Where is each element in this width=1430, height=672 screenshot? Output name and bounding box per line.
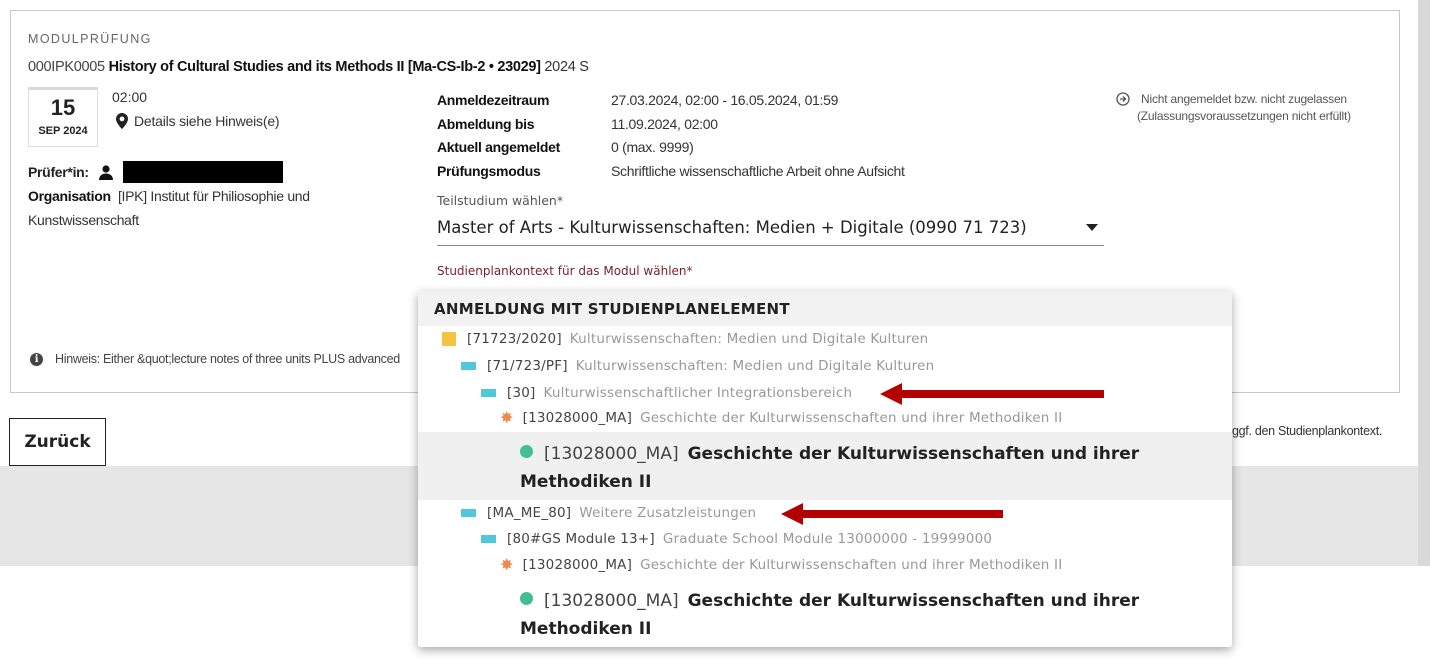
node-icon	[481, 389, 496, 397]
tree-item-80-gs: [80#GS Module 13+] Graduate School Modul…	[481, 531, 992, 547]
info-value: 11.09.2024, 02:00	[611, 115, 718, 132]
map-pin-icon	[116, 113, 128, 129]
red-arrow-annotation-icon	[781, 503, 1003, 525]
info-row: Aktuell angemeldet 0 (max. 9999)	[437, 136, 905, 160]
info-icon: i	[30, 352, 43, 366]
info-row: Anmeldezeitraum 27.03.2024, 02:00 - 16.05…	[437, 89, 905, 113]
module-code: 000IPK0005	[28, 59, 105, 75]
studienplan-dropdown: ANMELDUNG MIT STUDIENPLANELEMENT [71723/…	[418, 291, 1232, 647]
registration-status: Nicht angemeldet bzw. nicht zugelassen (…	[1116, 91, 1351, 125]
status-line-1: Nicht angemeldet bzw. nicht zugelassen	[1141, 92, 1347, 106]
folder-icon	[442, 332, 456, 346]
examiner: Prüfer*in:	[28, 161, 283, 183]
tree-item-text: Kulturwissenschaftlicher Integrationsber…	[543, 385, 853, 401]
tree-item-code: [13028000_MA]	[522, 410, 633, 426]
hint: i Hinweis: Either &quot;lecture notes of…	[30, 352, 418, 366]
hint-trailing-text: ggf. den Studienplankontext.	[1232, 424, 1383, 438]
exam-date-box: 15 SEP 2024	[28, 87, 98, 147]
location-text: Details siehe Hinweis(e)	[134, 113, 280, 129]
tree-item-30: [30] Kulturwissenschaftlicher Integratio…	[481, 385, 852, 401]
info-value: 27.03.2024, 02:00 - 16.05.2024, 01:59	[611, 92, 839, 108]
teilstudium-label: Teilstudium wählen*	[437, 193, 564, 208]
module-title: History of Cultural Studies and its Meth…	[108, 59, 541, 75]
dropdown-option[interactable]: [13028000_MA] Geschichte der Kulturwissen…	[520, 440, 1230, 496]
exam-month: SEP 2024	[38, 125, 88, 137]
tree-item-ma-me-80: [MA_ME_80] Weitere Zusatzleistungen	[461, 505, 756, 521]
tree-item-module: ✸ [13028000_MA] Geschichte der Kulturwis…	[500, 555, 1063, 574]
tree-item-text: Kulturwissenschaften: Medien und Digital…	[575, 358, 935, 374]
hint-text: Hinweis: Either &quot;lecture notes of t…	[55, 352, 400, 366]
leaf-dot-icon	[520, 445, 533, 458]
info-value: 0 (max. 9999)	[611, 139, 694, 155]
studienplan-label: Studienplankontext für das Modul wählen*	[437, 264, 693, 278]
teilstudium-value: Master of Arts - Kulturwissenschaften: M…	[437, 218, 1027, 237]
node-icon	[481, 535, 496, 543]
tree-item-text: Geschichte der Kulturwissenschaften und …	[640, 410, 1063, 426]
module-title-line: 000IPK0005 History of Cultural Studies a…	[28, 59, 589, 75]
info-key: Anmeldezeitraum	[437, 92, 550, 108]
tree-item-code: [71/723/PF]	[487, 358, 568, 374]
tree-item-code: [80#GS Module 13+]	[507, 531, 655, 547]
exam-location: Details siehe Hinweis(e)	[116, 113, 280, 129]
tree-item-code: [71723/2020]	[467, 331, 562, 347]
dropdown-header: ANMELDUNG MIT STUDIENPLANELEMENT	[418, 291, 1232, 326]
module-kicker: MODULPRÜFUNG	[28, 32, 152, 46]
tree-item-text: Kulturwissenschaften: Medien und Digital…	[569, 331, 929, 347]
status-line-2: (Zulassungsvoraussetzungen nicht erfüllt…	[1137, 109, 1351, 123]
chevron-down-icon	[1086, 224, 1098, 231]
redacted-examiner-name	[122, 161, 283, 183]
option-code: [13028000_MA]	[544, 591, 679, 611]
info-value: Schriftliche wissenschaftliche Arbeit oh…	[611, 162, 905, 179]
tree-item-module: ✸ [13028000_MA] Geschichte der Kulturwis…	[500, 408, 1063, 427]
module-star-icon: ✸	[500, 408, 514, 427]
arrow-circle-right-icon	[1116, 92, 1130, 106]
registration-info: Anmeldezeitraum 27.03.2024, 02:00 - 16.05…	[437, 89, 905, 183]
tree-item-text: Geschichte der Kulturwissenschaften und …	[640, 557, 1063, 573]
info-key: Abmeldung bis	[437, 115, 535, 132]
examiner-label: Prüfer*in:	[28, 164, 89, 180]
leaf-dot-icon	[520, 592, 533, 605]
scrollbar-track[interactable]	[1418, 0, 1430, 566]
node-icon	[461, 509, 476, 517]
tree-item-code: [13028000_MA]	[522, 557, 633, 573]
red-arrow-annotation-icon	[880, 383, 1104, 405]
info-row: Prüfungsmodus Schriftliche wissenschaftli…	[437, 160, 905, 184]
exam-time: 02:00	[112, 89, 148, 105]
user-icon	[98, 164, 113, 180]
tree-item-code: [30]	[507, 385, 536, 401]
tree-item-71-723-pf: [71/723/PF] Kulturwissenschaften: Medien…	[461, 358, 934, 374]
organisation: Organisation [IPK] Institut für Philioso…	[28, 184, 388, 232]
teilstudium-select[interactable]: Master of Arts - Kulturwissenschaften: M…	[437, 210, 1104, 246]
back-button[interactable]: Zurück	[9, 418, 106, 466]
module-star-icon: ✸	[500, 555, 514, 574]
org-label: Organisation	[28, 188, 111, 204]
info-key: Prüfungsmodus	[437, 162, 541, 179]
node-icon	[461, 362, 476, 370]
info-key: Aktuell angemeldet	[437, 139, 560, 155]
tree-item-code: [MA_ME_80]	[487, 505, 572, 521]
option-code: [13028000_MA]	[544, 444, 679, 464]
dropdown-option[interactable]: [13028000_MA] Geschichte der Kulturwissen…	[520, 587, 1230, 643]
module-semester: 2024 S	[544, 59, 589, 75]
info-row: Abmeldung bis 11.09.2024, 02:00	[437, 113, 905, 137]
tree-item-71723-2020: [71723/2020] Kulturwissenschaften: Medie…	[442, 331, 928, 347]
tree-item-text: Weitere Zusatzleistungen	[579, 505, 757, 521]
tree-item-text: Graduate School Module 13000000 - 199990…	[662, 531, 993, 547]
exam-day: 15	[50, 95, 76, 120]
